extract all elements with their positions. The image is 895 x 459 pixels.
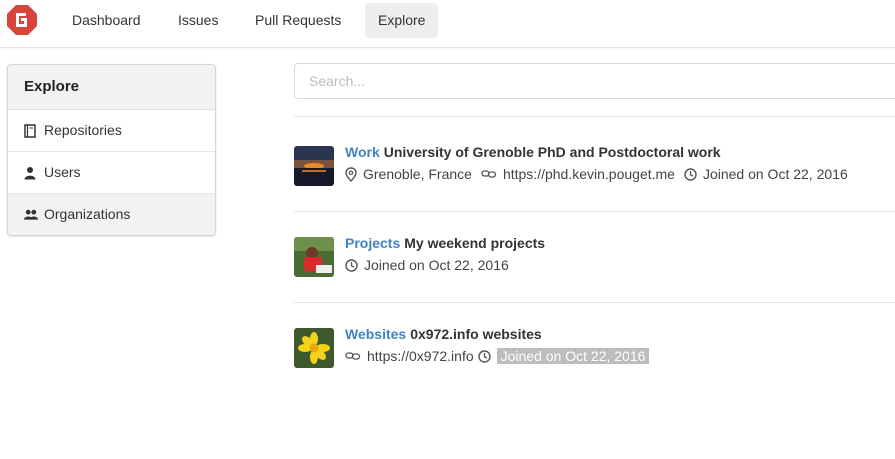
link-icon: [481, 170, 497, 178]
sidebar-item-label: Repositories: [44, 122, 122, 138]
org-meta: https://0x972.info Joined on Oct 22, 201…: [345, 348, 658, 364]
location-text: Grenoble, France: [363, 166, 472, 182]
org-joined: Joined on Oct 22, 2016: [345, 257, 509, 273]
link-icon: [345, 352, 361, 360]
org-full-name: My weekend projects: [404, 235, 546, 251]
joined-text: Joined on Oct 22, 2016: [702, 166, 848, 182]
explore-sidebar: Explore Repositories Users Organizations: [7, 64, 216, 236]
sidebar-title: Explore: [8, 65, 215, 110]
org-joined: Joined on Oct 22, 2016: [477, 348, 650, 364]
sidebar-item-label: Users: [44, 164, 81, 180]
org-meta: Joined on Oct 22, 2016: [345, 257, 518, 273]
org-full-name: University of Grenoble PhD and Postdocto…: [383, 144, 721, 160]
sidebar-item-repositories[interactable]: Repositories: [8, 110, 215, 152]
org-meta: Grenoble, France https://phd.kevin.pouge…: [345, 166, 857, 182]
joined-text: Joined on Oct 22, 2016: [496, 348, 650, 364]
org-website[interactable]: https://phd.kevin.pouget.me: [481, 166, 675, 182]
clock-icon: [345, 258, 358, 272]
org-title: Work University of Grenoble PhD and Postd…: [345, 144, 721, 160]
gitea-logo-icon[interactable]: [6, 4, 38, 36]
avatar[interactable]: [294, 237, 334, 277]
search-input[interactable]: [294, 63, 895, 99]
org-name-link[interactable]: Websites: [345, 326, 406, 342]
org-title: Projects My weekend projects: [345, 235, 545, 251]
nav-dashboard[interactable]: Dashboard: [59, 3, 154, 38]
top-navbar: Dashboard Issues Pull Requests Explore: [0, 0, 895, 48]
divider: [294, 302, 895, 303]
org-title: Websites 0x972.info websites: [345, 326, 542, 342]
divider: [294, 116, 895, 117]
avatar[interactable]: [294, 146, 334, 186]
org-location: Grenoble, France: [345, 166, 472, 182]
sidebar-item-users[interactable]: Users: [8, 152, 215, 194]
avatar[interactable]: [294, 328, 334, 368]
org-full-name: 0x972.info websites: [410, 326, 542, 342]
sidebar-item-label: Organizations: [44, 206, 131, 222]
clock-icon: [477, 349, 491, 363]
website-link[interactable]: https://phd.kevin.pouget.me: [503, 166, 675, 182]
joined-text: Joined on Oct 22, 2016: [364, 257, 509, 273]
people-icon: [24, 208, 38, 222]
org-name-link[interactable]: Projects: [345, 235, 400, 251]
clock-icon: [684, 167, 697, 181]
sidebar-item-organizations[interactable]: Organizations: [8, 194, 215, 235]
divider: [294, 211, 895, 212]
nav-pull-requests[interactable]: Pull Requests: [242, 3, 354, 38]
org-joined: Joined on Oct 22, 2016: [684, 166, 848, 182]
org-name-link[interactable]: Work: [345, 144, 380, 160]
person-icon: [24, 166, 38, 180]
location-pin-icon: [345, 166, 357, 182]
nav-issues[interactable]: Issues: [165, 3, 231, 38]
org-website[interactable]: https://0x972.info: [345, 348, 474, 364]
nav-explore[interactable]: Explore: [365, 3, 439, 38]
book-icon: [24, 123, 38, 138]
website-link[interactable]: https://0x972.info: [367, 348, 474, 364]
